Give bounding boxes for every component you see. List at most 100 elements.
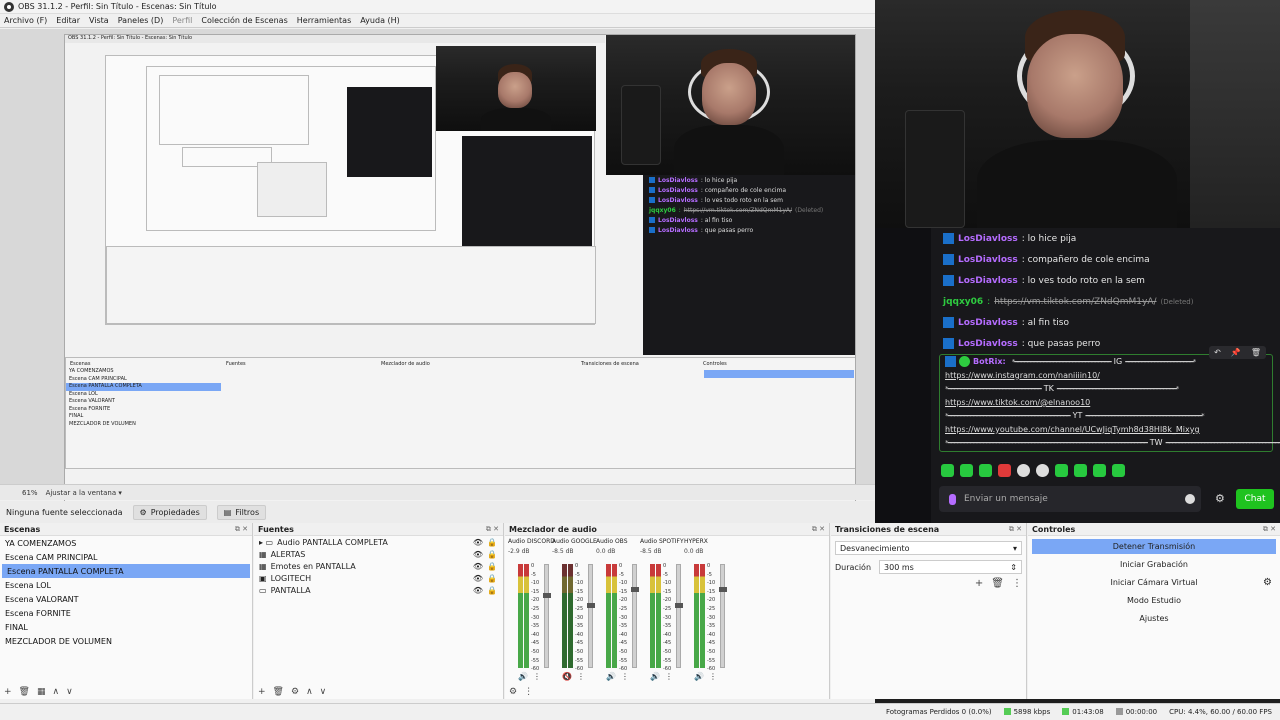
emote-icon[interactable] [960, 464, 973, 477]
eye-icon[interactable]: 👁 [473, 586, 483, 595]
move-up-icon[interactable]: ∧ [53, 687, 60, 697]
emote-icon[interactable] [1055, 464, 1068, 477]
add-source-icon[interactable]: + [258, 687, 266, 697]
move-down-icon[interactable]: ∨ [320, 687, 327, 697]
chat-username[interactable]: LosDiavloss [958, 234, 1018, 244]
emote-icon[interactable] [1093, 464, 1106, 477]
delete-icon[interactable]: 🗑 [1251, 348, 1261, 357]
filters-button[interactable]: ▤ Filtros [216, 504, 267, 520]
transition-select[interactable]: Desvanecimiento ▾ [835, 541, 1022, 555]
chat-send-button[interactable]: Chat [1236, 489, 1274, 509]
emoji-icon[interactable] [1185, 494, 1195, 504]
remove-scene-icon[interactable]: 🗑 [19, 687, 30, 697]
emote-icon[interactable] [1112, 464, 1125, 477]
duration-input[interactable]: 300 ms ⇕ [879, 560, 1022, 574]
scene-item[interactable]: MEZCLADOR DE VOLUMEN [0, 634, 252, 648]
chat-username[interactable]: LosDiavloss [658, 227, 698, 234]
microphone-icon[interactable] [949, 493, 956, 505]
chat-username[interactable]: LosDiavloss [958, 255, 1018, 265]
studio-mode-button[interactable]: Modo Estudio [1032, 593, 1276, 608]
emote-icon[interactable] [941, 464, 954, 477]
stop-streaming-button[interactable]: Detener Transmisión [1032, 539, 1276, 554]
channel-menu-icon[interactable]: ⋮ [621, 672, 629, 681]
dock-close-icon[interactable]: ⧉ ✕ [812, 525, 825, 534]
source-item[interactable]: ▭ PANTALLA 👁 🔒 [254, 584, 503, 596]
pinned-user[interactable]: BotRix: [973, 357, 1006, 366]
channel-menu-icon[interactable]: ⋮ [665, 672, 673, 681]
start-virtual-camera-button[interactable]: Iniciar Cámara Virtual ⚙ [1032, 575, 1276, 590]
lock-icon[interactable]: 🔒 [487, 574, 497, 583]
mixer-settings-icon[interactable]: ⚙ [509, 687, 517, 697]
emote-icon[interactable] [1074, 464, 1087, 477]
preview-area[interactable]: OBS 31.1.2 - Perfil: Sin Título - Escena… [0, 29, 875, 508]
channel-menu-icon[interactable]: ⋮ [709, 672, 717, 681]
eye-icon[interactable]: 👁 [473, 550, 483, 559]
scene-filters-icon[interactable]: ▦ [37, 687, 46, 697]
fader-knob[interactable] [719, 587, 727, 592]
menu-item-0[interactable]: Archivo (F) [4, 16, 47, 25]
menu-item-5[interactable]: Colección de Escenas [201, 16, 287, 25]
source-settings-icon[interactable]: ⚙ [291, 687, 299, 697]
volume-fader[interactable] [675, 564, 683, 668]
chat-username[interactable]: LosDiavloss [958, 276, 1018, 286]
menu-item-1[interactable]: Editar [56, 16, 80, 25]
chat-username[interactable]: LosDiavloss [658, 217, 698, 224]
menu-item-2[interactable]: Vista [89, 16, 109, 25]
scene-item[interactable]: YA COMENZAMOS [0, 536, 252, 550]
scene-item[interactable]: Escena LOL [0, 578, 252, 592]
zoom-level[interactable]: 61% [22, 489, 38, 497]
youtube-link[interactable]: https://www.youtube.com/channel/UCwJiqTy… [945, 425, 1200, 434]
menu-item-3[interactable]: Paneles (D) [118, 16, 164, 25]
chat-username[interactable]: LosDiavloss [958, 318, 1018, 328]
transition-menu-icon[interactable]: ⋮ [1012, 578, 1022, 589]
dock-close-icon[interactable]: ⧉ ✕ [1009, 525, 1022, 534]
scene-item[interactable]: Escena CAM PRINCIPAL [0, 550, 252, 564]
lock-icon[interactable]: 🔒 [487, 538, 497, 547]
source-item[interactable]: ▣ LOGITECH 👁 🔒 [254, 572, 503, 584]
chat-username[interactable]: jqqxy06 [649, 207, 676, 214]
preview-canvas[interactable]: OBS 31.1.2 - Perfil: Sin Título - Escena… [64, 34, 856, 508]
add-transition-icon[interactable]: + [975, 578, 983, 589]
emote-icon[interactable] [1017, 464, 1030, 477]
chat-username[interactable]: LosDiavloss [658, 187, 698, 194]
emote-icon[interactable] [998, 464, 1011, 477]
scene-item[interactable]: FINAL [0, 620, 252, 634]
reply-icon[interactable]: ↶ [1214, 348, 1221, 357]
fader-knob[interactable] [631, 587, 639, 592]
gear-icon[interactable]: ⚙ [1263, 577, 1272, 588]
chat-settings-gear-icon[interactable]: ⚙ [1215, 492, 1225, 505]
dock-close-icon[interactable]: ⧉ ✕ [235, 525, 248, 534]
properties-button[interactable]: ⚙ Propiedades [132, 504, 207, 520]
speaker-icon[interactable]: 🔊 [650, 672, 660, 681]
remove-source-icon[interactable]: 🗑 [273, 687, 284, 697]
fader-knob[interactable] [543, 593, 551, 598]
move-up-icon[interactable]: ∧ [306, 687, 313, 697]
pin-icon[interactable]: 📌 [1231, 348, 1241, 357]
dock-close-icon[interactable]: ⧉ ✕ [486, 525, 499, 534]
menu-item-6[interactable]: Herramientas [297, 16, 352, 25]
chat-input[interactable]: Enviar un mensaje [939, 486, 1201, 512]
menu-item-7[interactable]: Ayuda (H) [360, 16, 400, 25]
chat-username[interactable]: jqqxy06 [943, 297, 983, 307]
start-recording-button[interactable]: Iniciar Grabación [1032, 557, 1276, 572]
speaker-icon[interactable]: 🔊 [518, 672, 528, 681]
volume-fader[interactable] [587, 564, 595, 668]
eye-icon[interactable]: 👁 [473, 538, 483, 547]
chat-username[interactable]: LosDiavloss [658, 197, 698, 204]
move-down-icon[interactable]: ∨ [66, 687, 73, 697]
emote-icon[interactable] [979, 464, 992, 477]
tiktok-link[interactable]: https://www.tiktok.com/@elnanoo10 [945, 398, 1090, 407]
speaker-icon[interactable]: 🔊 [606, 672, 616, 681]
channel-menu-icon[interactable]: ⋮ [533, 672, 541, 681]
volume-fader[interactable] [543, 564, 551, 668]
speaker-icon[interactable]: 🔊 [694, 672, 704, 681]
source-item[interactable]: ▦ ALERTAS 👁 🔒 [254, 548, 503, 560]
chat-username[interactable]: LosDiavloss [958, 339, 1018, 349]
lock-icon[interactable]: 🔒 [487, 550, 497, 559]
menu-item-4[interactable]: Perfil [172, 16, 192, 25]
scene-item[interactable]: Escena VALORANT [0, 592, 252, 606]
eye-icon[interactable]: 👁 [473, 574, 483, 583]
instagram-link[interactable]: https://www.instagram.com/naniiiin10/ [945, 371, 1100, 380]
fader-knob[interactable] [587, 603, 595, 608]
fit-window-select[interactable]: Ajustar a la ventana ▾ [46, 489, 122, 497]
